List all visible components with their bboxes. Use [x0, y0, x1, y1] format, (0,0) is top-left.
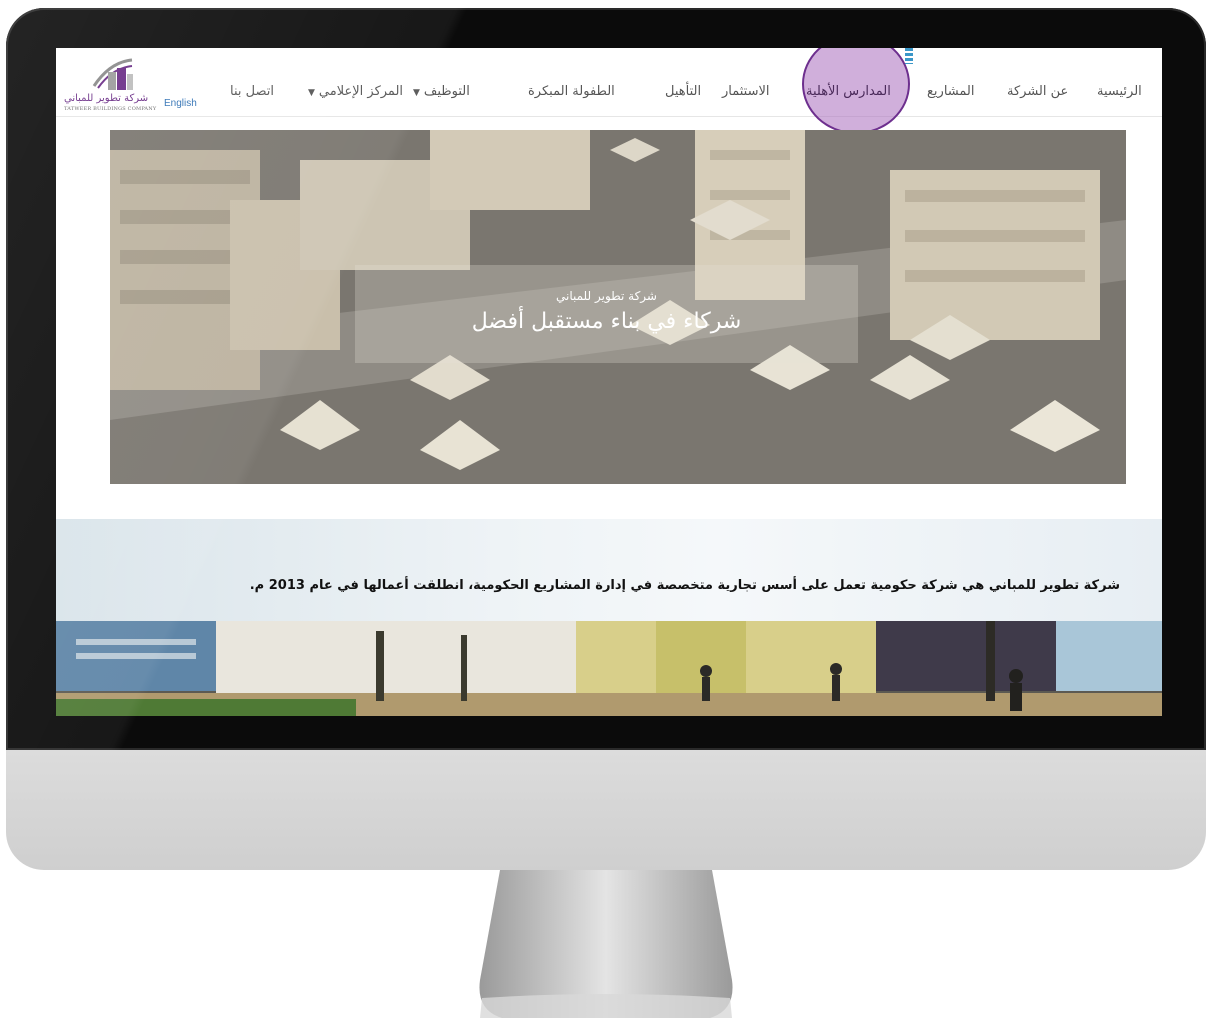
hero-slider[interactable]: شركة تطوير للمباني شركاء في بناء مستقبل … [110, 130, 1126, 484]
nav-item-contact[interactable]: اتصل بنا [230, 84, 274, 99]
company-logo[interactable]: شركة تطوير للمباني TATWEER BUILDINGS COM… [60, 56, 160, 112]
hero-subtitle: شركة تطوير للمباني [556, 289, 657, 303]
nav-item-early-childhood[interactable]: الطفولة المبكرة [528, 84, 615, 99]
logo-name-ar: شركة تطوير للمباني [64, 93, 149, 104]
chevron-down-icon: ▼ [413, 88, 420, 98]
hero-caption: شركة تطوير للمباني شركاء في بناء مستقبل … [355, 265, 858, 363]
nav-item-private-schools[interactable]: المدارس الأهلية [806, 84, 891, 99]
building-logo-icon [92, 58, 133, 90]
hero-title: شركاء في بناء مستقبل أفضل [471, 309, 742, 334]
nav-item-media-center[interactable]: ▼ المركز الإعلامي [308, 84, 403, 99]
intro-section: شركة تطوير للمباني هي شركة حكومية تعمل ع… [56, 519, 1162, 621]
cursor-pointer-icon [905, 48, 913, 64]
nav-item-careers[interactable]: ▼ التوظيف [413, 84, 470, 99]
top-navbar: شركة تطوير للمباني TATWEER BUILDINGS COM… [56, 48, 1162, 134]
intro-text: شركة تطوير للمباني هي شركة حكومية تعمل ع… [249, 578, 1120, 593]
campus-photo-image [56, 621, 1162, 716]
chevron-down-icon: ▼ [308, 88, 315, 98]
browser-viewport: شركة تطوير للمباني TATWEER BUILDINGS COM… [56, 48, 1162, 716]
monitor-chin [6, 750, 1206, 870]
nav-item-careers-label: التوظيف [423, 84, 470, 99]
campus-photo-strip [56, 621, 1162, 716]
monitor-stand [479, 870, 733, 1018]
nav-item-investment[interactable]: الاستثمار [722, 84, 770, 99]
nav-item-projects[interactable]: المشاريع [927, 84, 974, 99]
logo-name-en: TATWEER BUILDINGS COMPANY [64, 106, 157, 112]
nav-item-home[interactable]: الرئيسية [1097, 84, 1142, 99]
nav-item-qualification[interactable]: التأهيل [665, 84, 701, 99]
nav-item-about[interactable]: عن الشركة [1007, 84, 1068, 99]
language-link-english[interactable]: English [164, 98, 197, 109]
nav-item-media-center-label: المركز الإعلامي [318, 84, 404, 99]
